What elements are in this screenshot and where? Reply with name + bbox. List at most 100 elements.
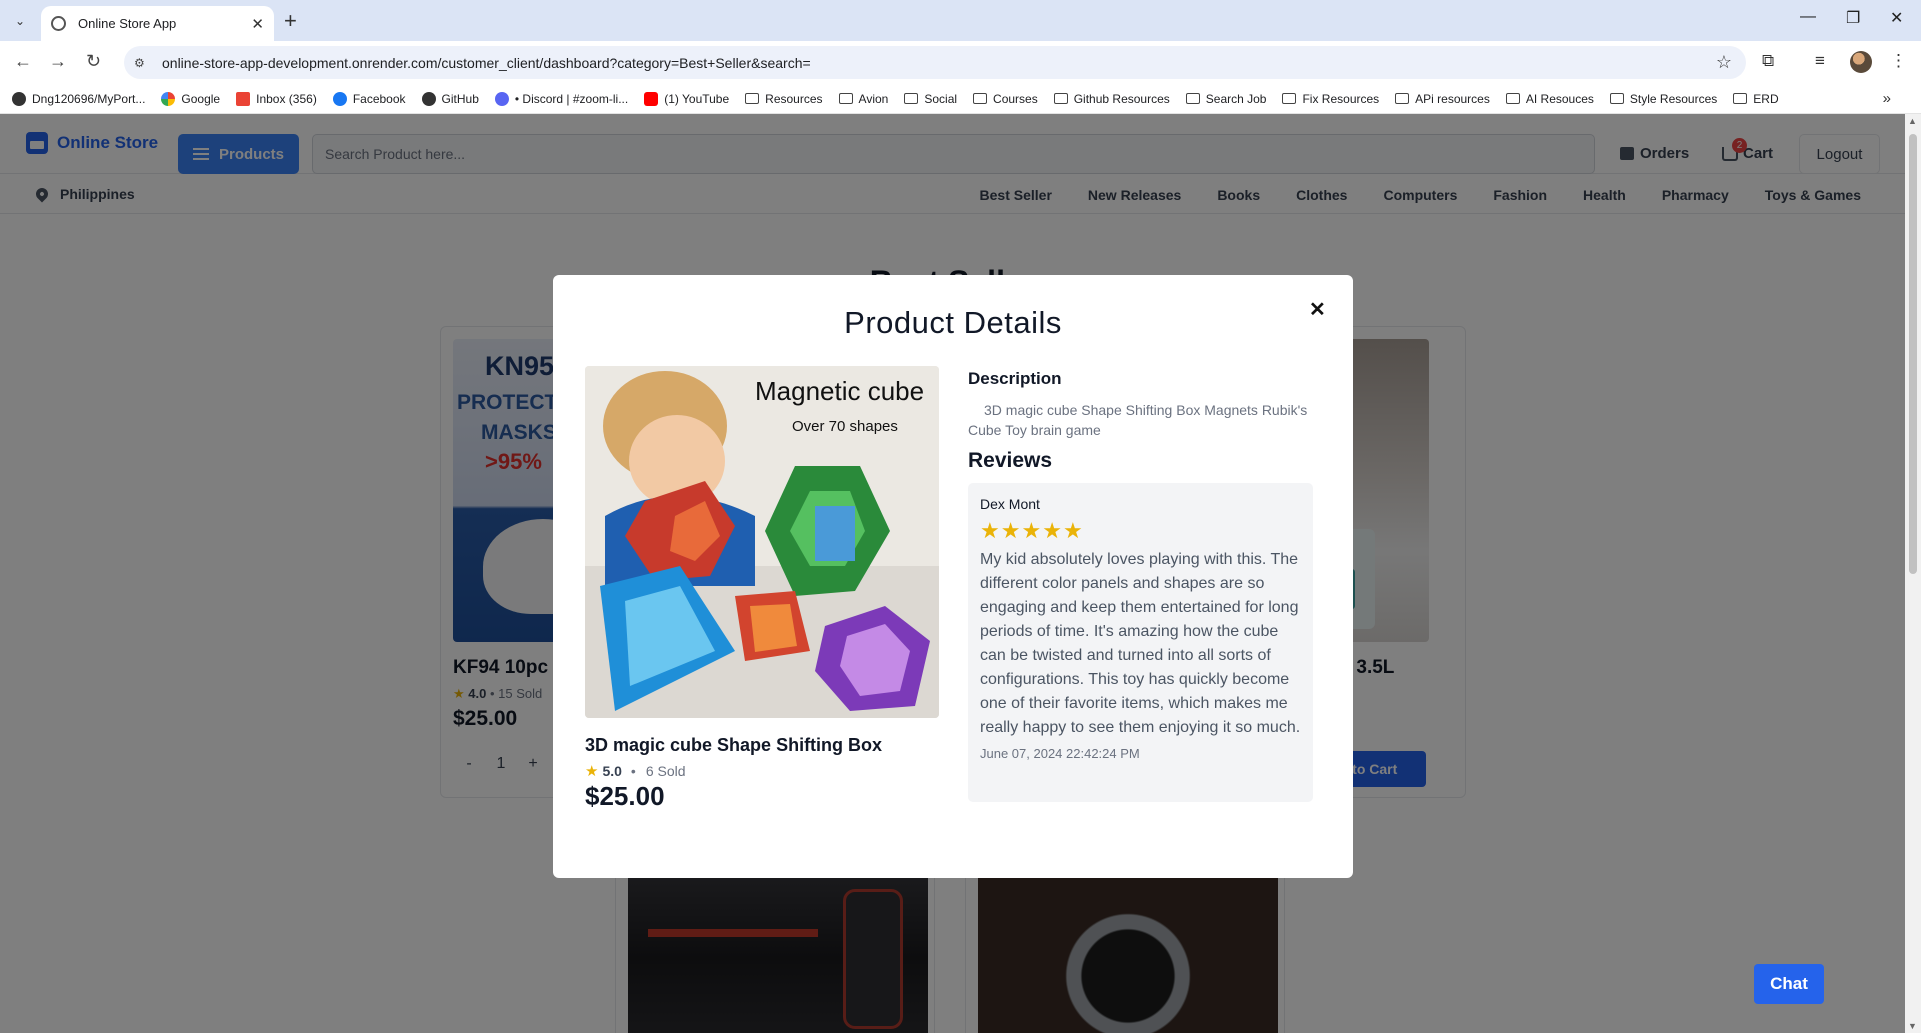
- folder-icon: [904, 93, 919, 104]
- gmail-icon: [236, 91, 251, 106]
- modal-title: Product Details: [844, 305, 1062, 340]
- bookmark-label: Style Resources: [1629, 91, 1718, 106]
- bookmark-label: Avion: [858, 91, 889, 106]
- address-bar: ← → ↻ ⚙ online-store-app-development.onr…: [0, 41, 1921, 84]
- folder-icon: [1053, 93, 1068, 104]
- github-icon: [12, 91, 26, 106]
- bookmark-label: Courses: [993, 91, 1038, 106]
- product-image: Magnetic cube Over 70 shapes: [585, 366, 939, 718]
- profile-avatar[interactable]: [1850, 51, 1872, 73]
- bookmark-item[interactable]: Social: [904, 92, 957, 106]
- bookmark-label: ERD: [1753, 91, 1779, 106]
- scroll-down-icon[interactable]: ▼: [1908, 1021, 1917, 1031]
- bookmark-item[interactable]: • Discord | #zoom-li...: [494, 91, 629, 106]
- description-text: 3D magic cube Shape Shifting Box Magnets…: [968, 402, 1308, 438]
- bookmark-item[interactable]: Github Resources: [1053, 92, 1170, 106]
- reviewer-name: Dex Mont: [980, 496, 1040, 512]
- new-tab-icon[interactable]: +: [284, 8, 297, 34]
- window-close-icon[interactable]: ✕: [1890, 8, 1903, 28]
- facebook-icon: [332, 91, 347, 106]
- bookmark-label: Resources: [765, 91, 823, 106]
- browser-tab[interactable]: Online Store App ✕: [41, 6, 274, 41]
- bookmark-item[interactable]: Courses: [973, 92, 1038, 106]
- bookmark-item[interactable]: AI Resouces: [1505, 92, 1594, 106]
- bookmark-label: GitHub: [441, 91, 479, 106]
- bookmark-item[interactable]: Facebook: [332, 91, 406, 106]
- browser-menu-icon[interactable]: ⋮: [1890, 51, 1907, 71]
- bookmark-item[interactable]: Google: [161, 91, 221, 106]
- scroll-up-icon[interactable]: ▲: [1908, 116, 1917, 126]
- review-text: My kid absolutely loves playing with thi…: [980, 551, 1301, 736]
- back-icon[interactable]: ←: [14, 51, 32, 72]
- tab-title: Online Store App: [78, 16, 177, 31]
- folder-icon: [745, 93, 760, 104]
- review-stars: ★ ★ ★ ★ ★: [980, 518, 1301, 543]
- bookmark-item[interactable]: Style Resources: [1609, 91, 1718, 106]
- folder-icon: [838, 93, 853, 104]
- discord-icon: [494, 91, 509, 106]
- description-heading: Description: [968, 369, 1062, 388]
- folder-icon: [1733, 93, 1748, 104]
- google-icon: [161, 91, 176, 106]
- bookmark-item[interactable]: (1) YouTube: [644, 91, 729, 106]
- tab-search-chevron-icon[interactable]: ⌄: [8, 10, 32, 32]
- star-icon: ★: [1062, 518, 1083, 543]
- scroll-thumb[interactable]: [1909, 134, 1917, 574]
- github-icon: [421, 91, 436, 106]
- bookmark-item[interactable]: ERD: [1733, 91, 1779, 106]
- folder-icon: [1505, 93, 1520, 104]
- reviews-heading: Reviews: [968, 449, 1053, 472]
- bookmarks-bar: Dng120696/MyPort... Google Inbox (356) Face…: [0, 84, 1921, 114]
- bookmark-label: • Discord | #zoom-li...: [514, 91, 629, 106]
- restore-icon[interactable]: ❐: [1846, 8, 1860, 28]
- separator-dot: •: [630, 763, 636, 779]
- bookmarks-overflow-icon[interactable]: »: [1883, 90, 1891, 107]
- folder-icon: [1185, 93, 1200, 104]
- folder-icon: [973, 93, 988, 104]
- star-icon: ★: [1000, 518, 1021, 543]
- bookmark-item[interactable]: Resources: [745, 91, 823, 106]
- product-details-modal: Product Details ✕ Magnetic cube Over 70 …: [553, 275, 1353, 878]
- globe-icon: [51, 16, 66, 31]
- bookmark-star-icon[interactable]: ☆: [1716, 52, 1732, 73]
- bookmark-item[interactable]: Inbox (356): [236, 91, 317, 106]
- rating-value: 5.0: [602, 763, 622, 779]
- page-scrollbar[interactable]: ▲ ▼: [1905, 114, 1921, 1033]
- bookmark-item[interactable]: Dng120696/MyPort...: [12, 91, 146, 106]
- product-rating: ★ 5.0 • 6 Sold: [585, 762, 686, 780]
- bookmark-item[interactable]: APi resources: [1395, 92, 1490, 106]
- reload-icon[interactable]: ↻: [86, 51, 101, 72]
- folder-icon: [1282, 93, 1297, 104]
- forward-icon[interactable]: →: [49, 51, 67, 72]
- folder-icon: [1395, 93, 1410, 104]
- url-text: online-store-app-development.onrender.co…: [162, 54, 811, 71]
- bookmark-label: Search Job: [1205, 91, 1267, 106]
- site-settings-icon[interactable]: ⚙: [134, 56, 150, 70]
- extensions-icon[interactable]: ⧉: [1762, 51, 1774, 71]
- bookmark-item[interactable]: Search Job: [1185, 91, 1267, 106]
- product-name: 3D magic cube Shape Shifting Box: [585, 735, 883, 755]
- tab-close-icon[interactable]: ✕: [251, 15, 264, 33]
- folder-icon: [1609, 93, 1624, 104]
- bookmark-label: APi resources: [1415, 91, 1490, 106]
- review-card: Dex Mont ★ ★ ★ ★ ★ My kid absolutely loves p…: [968, 483, 1313, 802]
- minimize-icon[interactable]: —: [1800, 8, 1816, 26]
- chat-button[interactable]: Chat: [1754, 964, 1824, 1004]
- bookmark-item[interactable]: Avion: [838, 91, 889, 106]
- bookmark-item[interactable]: GitHub: [421, 91, 479, 106]
- url-omnibox[interactable]: ⚙ online-store-app-development.onrender.…: [124, 46, 1746, 79]
- bookmark-label: Fix Resources: [1302, 91, 1380, 106]
- bookmark-label: Google: [181, 91, 221, 106]
- bookmark-item[interactable]: Fix Resources: [1282, 92, 1379, 106]
- product-price: $25.00: [585, 781, 665, 811]
- sold-count: 6 Sold: [645, 763, 686, 779]
- bookmark-label: Inbox (356): [256, 91, 317, 106]
- star-icon: ★: [980, 518, 1000, 543]
- close-icon[interactable]: ✕: [1309, 297, 1326, 322]
- bookmark-label: Facebook: [352, 91, 406, 106]
- bookmark-label: Dng120696/MyPort...: [32, 91, 146, 106]
- youtube-icon: [644, 91, 659, 106]
- star-icon: ★: [1042, 518, 1062, 543]
- media-control-icon[interactable]: ≡: [1815, 51, 1825, 71]
- image-caption-sub: Over 70 shapes: [792, 418, 898, 435]
